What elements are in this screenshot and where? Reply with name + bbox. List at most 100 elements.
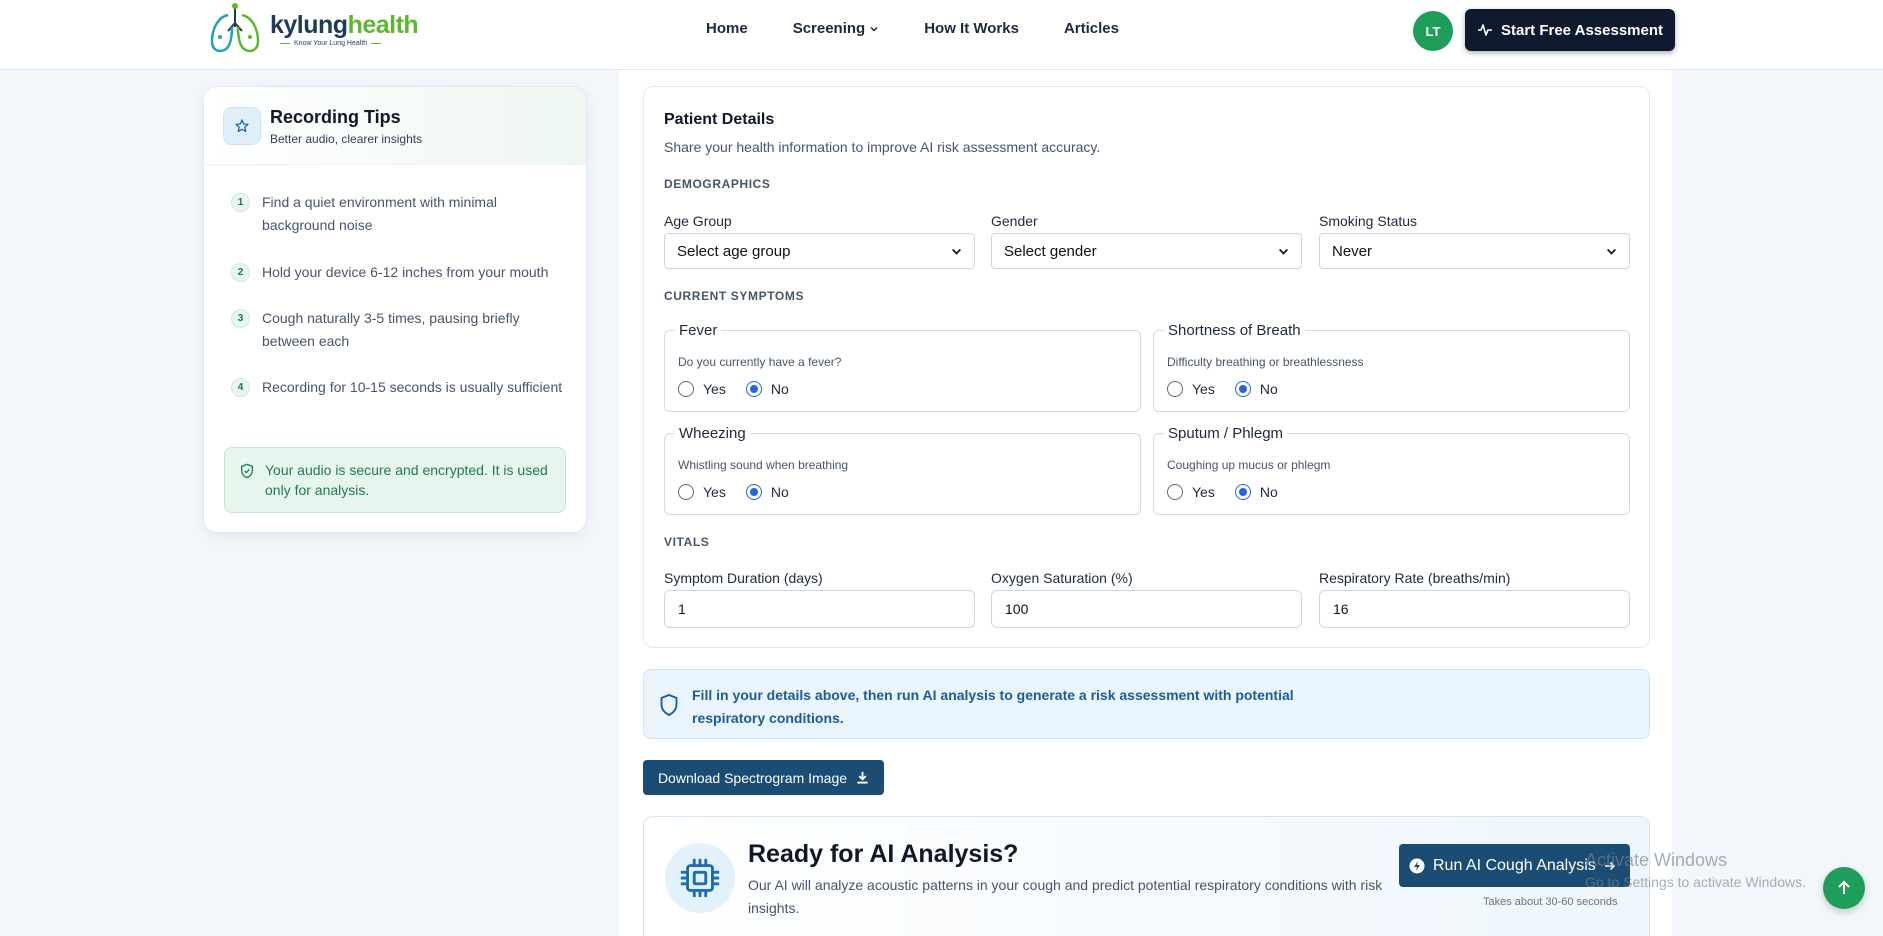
download-spectrogram-button[interactable]: Download Spectrogram Image <box>643 760 884 795</box>
wheezing-description: Whistling sound when breathing <box>678 458 849 472</box>
radio-circle-checked <box>745 484 762 500</box>
smoking-status-label: Smoking Status <box>1319 213 1418 229</box>
watermark-line2: Go to Settings to activate Windows. <box>1585 874 1806 890</box>
nav-home[interactable]: Home <box>706 20 748 37</box>
arrow-up-icon <box>1838 880 1850 894</box>
tip-number: 3 <box>231 309 250 328</box>
patient-details-subtitle: Share your health information to improve… <box>664 139 1101 155</box>
fever-no-radio[interactable]: No <box>745 381 789 397</box>
lungs-logo-icon <box>210 3 260 53</box>
tip-number: 2 <box>231 263 250 282</box>
radio-circle-checked <box>1234 484 1251 500</box>
ready-description: Our AI will analyze acoustic patterns in… <box>748 877 1383 916</box>
patient-details-card: Patient Details Share your health inform… <box>643 86 1650 648</box>
watermark-line1: Activate Windows <box>1585 850 1728 870</box>
radio-label: Yes <box>703 484 726 500</box>
tip-text: Hold your device 6-12 inches from your m… <box>262 264 549 280</box>
top-header: kylunghealth Know Your Lung Health Home … <box>0 0 1883 70</box>
tip-text: Cough naturally 3-5 times, pausing brief… <box>262 310 520 349</box>
nav-screening[interactable]: Screening <box>793 20 880 37</box>
radio-label: No <box>770 381 789 397</box>
tip-number: 1 <box>231 193 250 212</box>
download-spectrogram-label: Download Spectrogram Image <box>657 769 848 786</box>
vitals-heading: VITALS <box>664 535 710 549</box>
tip-text: Find a quiet environment with minimal ba… <box>262 194 497 233</box>
chevron-down-icon <box>870 26 878 32</box>
main-nav: Home Screening How It Works Articles <box>706 20 1119 37</box>
nav-articles[interactable]: Articles <box>1064 20 1119 37</box>
logo-name-part1: kylung <box>270 10 348 39</box>
tips-title: Recording Tips <box>270 107 401 127</box>
sputum-fieldset: Sputum / Phlegm Coughing up mucus or phl… <box>1153 425 1630 515</box>
wheezing-no-radio[interactable]: No <box>745 484 789 500</box>
respiratory-rate-input[interactable]: 16 <box>1319 590 1630 628</box>
current-symptoms-heading: CURRENT SYMPTOMS <box>664 289 805 303</box>
chevron-down-icon <box>952 248 961 255</box>
smoking-status-select[interactable]: Never <box>1319 233 1630 269</box>
shield-check-icon <box>241 463 253 479</box>
age-group-value: Select age group <box>677 242 791 260</box>
fever-yes-radio[interactable]: Yes <box>678 381 726 397</box>
download-icon <box>857 771 868 784</box>
gender-select[interactable]: Select gender <box>991 233 1302 269</box>
shortness-of-breath-legend: Shortness of Breath <box>1164 322 1305 339</box>
info-banner-text: Fill in your details above, then run AI … <box>692 687 1294 726</box>
windows-activation-watermark: Activate Windows Go to Settings to activ… <box>1585 850 1806 890</box>
oxygen-saturation-input[interactable]: 100 <box>991 590 1302 628</box>
start-assessment-button[interactable]: Start Free Assessment <box>1465 9 1675 51</box>
pulse-icon <box>1477 24 1492 36</box>
run-analysis-label: Run AI Cough Analysis <box>1433 856 1596 874</box>
demographics-heading: DEMOGRAPHICS <box>664 177 771 191</box>
radio-label: Yes <box>1192 484 1215 500</box>
shield-icon <box>660 694 678 717</box>
sputum-yes-radio[interactable]: Yes <box>1167 484 1215 500</box>
start-assessment-label: Start Free Assessment <box>1500 21 1664 39</box>
wheezing-yes-radio[interactable]: Yes <box>678 484 726 500</box>
nav-screening-label: Screening <box>792 20 866 37</box>
fever-description: Do you currently have a fever? <box>678 355 842 369</box>
back-to-top-button[interactable] <box>1823 867 1865 909</box>
symptom-duration-input[interactable]: 1 <box>664 590 975 628</box>
info-banner: Fill in your details above, then run AI … <box>643 669 1650 739</box>
cpu-chip-icon <box>680 858 720 898</box>
nav-how-it-works[interactable]: How It Works <box>924 20 1019 37</box>
secure-note-text: Your audio is secure and encrypted. It i… <box>265 462 548 498</box>
radio-circle-checked <box>745 381 762 397</box>
shortness-of-breath-fieldset: Shortness of Breath Difficulty breathing… <box>1153 322 1630 412</box>
logo[interactable]: kylunghealth Know Your Lung Health <box>206 0 419 58</box>
radio-circle <box>678 381 694 397</box>
radio-circle <box>1167 484 1183 500</box>
sputum-no-radio[interactable]: No <box>1234 484 1278 500</box>
fever-fieldset: Fever Do you currently have a fever? Yes… <box>664 322 1141 412</box>
patient-details-title: Patient Details <box>664 111 775 128</box>
radio-label: Yes <box>703 381 726 397</box>
shortness-of-breath-description: Difficulty breathing or breathlessness <box>1167 355 1364 369</box>
radio-label: No <box>1259 484 1278 500</box>
radio-label: No <box>770 484 789 500</box>
shortness-of-breath-no-radio[interactable]: No <box>1234 381 1278 397</box>
chip-icon-circle <box>665 843 735 913</box>
tip-number: 4 <box>231 378 250 397</box>
logo-tagline: Know Your Lung Health <box>294 39 368 47</box>
wheezing-legend: Wheezing <box>675 425 750 442</box>
radio-label: No <box>1259 381 1278 397</box>
run-analysis-note: Takes about 30-60 seconds <box>1483 896 1618 908</box>
age-group-label: Age Group <box>664 213 732 229</box>
star-icon <box>235 119 249 133</box>
tips-header: Recording Tips Better audio, clearer ins… <box>204 87 586 165</box>
shortness-of-breath-yes-radio[interactable]: Yes <box>1167 381 1215 397</box>
radio-circle-checked <box>1234 381 1251 397</box>
age-group-select[interactable]: Select age group <box>664 233 975 269</box>
radio-label: Yes <box>1192 381 1215 397</box>
logo-name-part2: health <box>347 10 419 39</box>
chevron-down-icon <box>1607 248 1616 255</box>
radio-circle <box>678 484 694 500</box>
respiratory-rate-label: Respiratory Rate (breaths/min) <box>1319 570 1511 586</box>
tip-text: Recording for 10-15 seconds is usually s… <box>262 379 563 395</box>
tip-item: 4 Recording for 10-15 seconds is usually… <box>231 376 571 399</box>
tip-item: 1 Find a quiet environment with minimal … <box>231 191 571 237</box>
user-avatar[interactable]: LT <box>1413 11 1453 51</box>
symptom-duration-label: Symptom Duration (days) <box>664 570 823 586</box>
tip-item: 2 Hold your device 6-12 inches from your… <box>231 261 571 284</box>
smoking-status-value: Never <box>1332 242 1373 260</box>
